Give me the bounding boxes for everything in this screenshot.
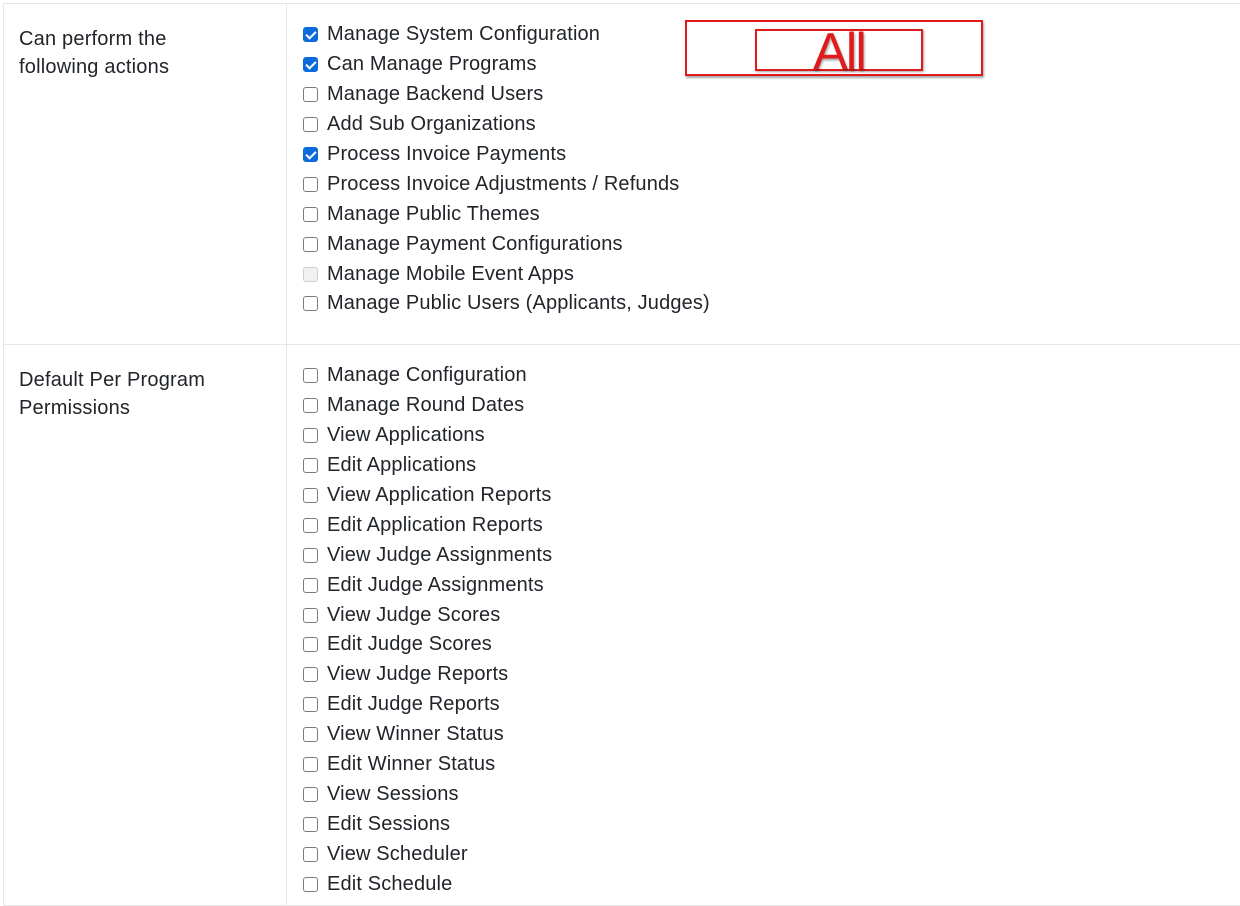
default-permission-checkbox-label: Edit Sessions [327, 812, 451, 835]
default-permissions-checkbox-list: Manage Configuration Manage Round Dates Vi… [287, 345, 1240, 905]
default-permission-checkbox-item[interactable]: View Applications [303, 421, 1240, 451]
checkbox-unchecked[interactable] [303, 577, 318, 593]
default-permission-checkbox-item[interactable]: Edit Sessions [303, 809, 1240, 839]
default-permission-checkbox-item[interactable]: Edit Application Reports [303, 510, 1240, 540]
default-permission-checkbox-label: Edit Judge Scores [327, 633, 492, 656]
default-permission-checkbox-label: View Judge Reports [327, 663, 509, 686]
checkbox-unchecked[interactable] [303, 727, 318, 743]
checkbox-unchecked[interactable] [303, 236, 318, 252]
default-permission-checkbox-label: Edit Winner Status [327, 753, 496, 776]
action-checkbox-label: Process Invoice Payments [327, 143, 567, 165]
default-permission-checkbox-item[interactable]: View Application Reports [303, 481, 1240, 511]
default-permission-checkbox-item[interactable]: Edit Applications [303, 451, 1240, 481]
default-permission-checkbox-item[interactable]: View Judge Assignments [303, 540, 1240, 570]
checkbox-unchecked[interactable] [303, 846, 318, 862]
checkbox-unchecked[interactable] [303, 517, 318, 533]
default-permission-checkbox-item[interactable]: View Judge Scores [303, 600, 1240, 630]
default-permission-checkbox-label: View Sessions [327, 782, 459, 805]
checkbox-unchecked[interactable] [303, 488, 318, 503]
checkbox-unchecked[interactable] [303, 368, 318, 384]
default-permissions-label-cell: Default Per Program Permissions [4, 345, 287, 905]
actions-row: Can perform the following actions Manage… [4, 4, 1240, 345]
action-checkbox-label: Add Sub Organizations [327, 113, 536, 136]
default-permission-checkbox-item[interactable]: Edit Winner Status [303, 750, 1240, 780]
annotation-inner-box: All [755, 23, 923, 81]
default-permission-checkbox-item[interactable]: Edit Schedule [303, 869, 1240, 899]
default-permission-checkbox-item[interactable]: Manage Round Dates [303, 391, 1240, 421]
default-permission-checkbox-label: Edit Schedule [327, 872, 453, 895]
checkbox-unchecked[interactable] [303, 697, 318, 713]
default-permission-checkbox-label: Edit Applications [327, 454, 477, 477]
action-checkbox-item[interactable]: Process Invoice Payments [303, 140, 1240, 170]
checkbox-checked[interactable] [303, 57, 318, 73]
checkbox-unchecked[interactable] [303, 757, 318, 773]
actions-label: Can perform the following actions [19, 28, 170, 78]
default-permission-checkbox-item[interactable]: View Judge Reports [303, 660, 1240, 690]
annotation-text: All [813, 23, 867, 81]
default-permission-checkbox-label: Edit Judge Assignments [327, 573, 544, 596]
action-checkbox-label: Manage System Configuration [327, 23, 601, 46]
default-permission-checkbox-item[interactable]: Edit Judge Scores [303, 630, 1240, 660]
action-checkbox-item[interactable]: Manage Public Themes [303, 199, 1240, 229]
actions-label-cell: Can perform the following actions [4, 4, 287, 344]
action-checkbox-label: Manage Mobile Event Apps [327, 262, 575, 285]
checkbox-unchecked[interactable] [303, 816, 318, 832]
default-permissions-row: Default Per Program Permissions Manage C… [4, 345, 1240, 906]
checkbox-unchecked[interactable] [303, 296, 318, 312]
checkbox-unchecked[interactable] [303, 87, 318, 103]
action-checkbox-item[interactable]: Process Invoice Adjustments / Refunds [303, 169, 1240, 199]
action-checkbox-label: Manage Public Users (Applicants, Judges) [327, 292, 710, 315]
default-permission-checkbox-item[interactable]: Edit Judge Reports [303, 690, 1240, 720]
default-permission-checkbox-label: View Scheduler [327, 842, 468, 865]
default-permission-checkbox-label: View Judge Scores [327, 603, 501, 626]
default-permission-checkbox-item[interactable]: Manage Configuration [303, 361, 1240, 391]
checkbox-disabled [303, 266, 318, 282]
checkbox-checked[interactable] [303, 147, 318, 162]
default-permission-checkbox-label: Edit Application Reports [327, 513, 543, 536]
checkbox-unchecked[interactable] [303, 786, 318, 802]
default-permission-checkbox-item[interactable]: View Scheduler [303, 839, 1240, 869]
action-checkbox-label: Manage Public Themes [327, 202, 540, 225]
checkbox-unchecked[interactable] [303, 428, 318, 444]
default-permission-checkbox-label: View Application Reports [327, 484, 552, 506]
action-checkbox-item[interactable]: Manage Payment Configurations [303, 229, 1240, 259]
checkbox-unchecked[interactable] [303, 667, 318, 683]
default-permission-checkbox-label: View Winner Status [327, 723, 504, 746]
checkbox-checked[interactable] [303, 27, 318, 43]
action-checkbox-item[interactable]: Manage Public Users (Applicants, Judges) [303, 289, 1240, 319]
default-permission-checkbox-item[interactable]: View Sessions [303, 779, 1240, 809]
permissions-table: Can perform the following actions Manage… [3, 3, 1240, 906]
action-checkbox-label: Can Manage Programs [327, 53, 537, 76]
action-checkbox-label: Manage Payment Configurations [327, 232, 623, 255]
checkbox-unchecked[interactable] [303, 117, 318, 133]
default-permission-checkbox-label: View Judge Assignments [327, 543, 553, 566]
default-permission-checkbox-item[interactable]: Edit Judge Assignments [303, 570, 1240, 600]
checkbox-unchecked[interactable] [303, 398, 318, 414]
action-checkbox-item[interactable]: Manage Mobile Event Apps [303, 259, 1240, 289]
default-permission-checkbox-label: Manage Configuration [327, 364, 527, 387]
checkbox-unchecked[interactable] [303, 607, 318, 623]
default-permissions-label: Default Per Program Permissions [19, 369, 206, 419]
default-permission-checkbox-label: Manage Round Dates [327, 394, 525, 417]
annotation-box: All [685, 20, 983, 81]
default-permission-checkbox-label: View Applications [327, 424, 485, 447]
checkbox-unchecked[interactable] [303, 458, 318, 474]
checkbox-unchecked[interactable] [303, 547, 318, 563]
action-checkbox-item[interactable]: Add Sub Organizations [303, 110, 1240, 140]
default-permission-checkbox-label: Edit Judge Reports [327, 693, 500, 716]
checkbox-unchecked[interactable] [303, 206, 318, 222]
action-checkbox-label: Process Invoice Adjustments / Refunds [327, 172, 680, 195]
checkbox-unchecked[interactable] [303, 876, 318, 892]
checkbox-unchecked[interactable] [303, 176, 318, 192]
default-permission-checkbox-item[interactable]: View Winner Status [303, 720, 1240, 750]
action-checkbox-label: Manage Backend Users [327, 83, 544, 106]
action-checkbox-item[interactable]: Manage Backend Users [303, 80, 1240, 110]
checkbox-unchecked[interactable] [303, 637, 318, 653]
